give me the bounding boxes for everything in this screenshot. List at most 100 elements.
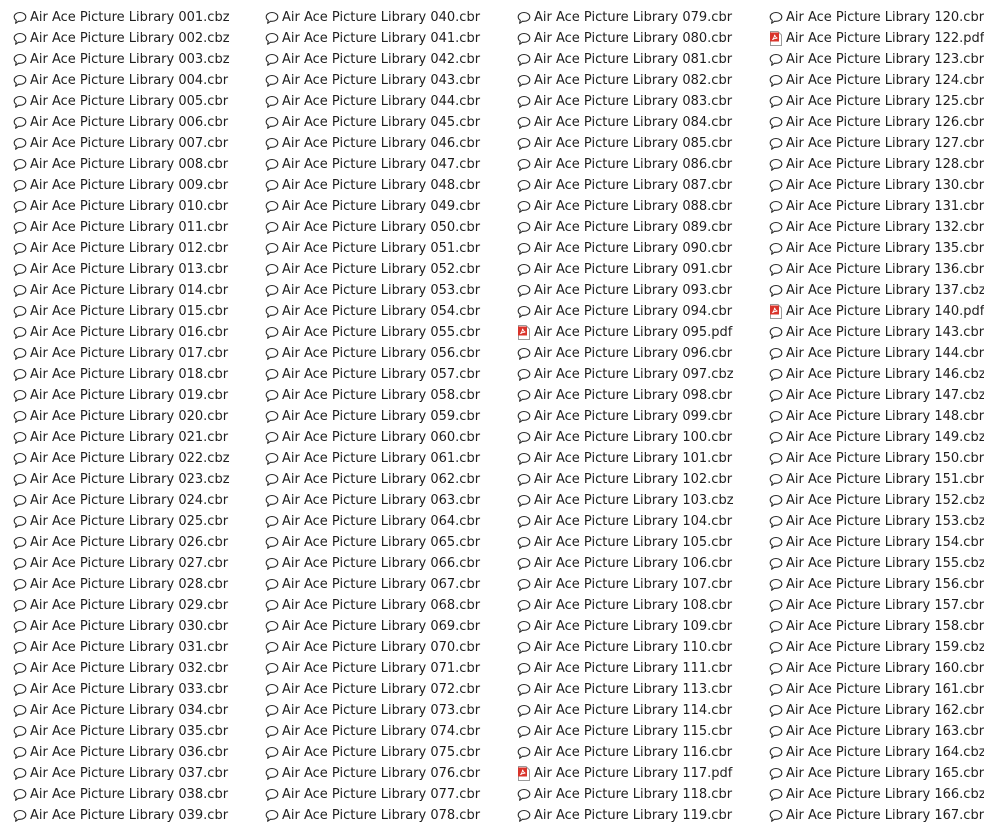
file-item[interactable]: Air Ace Picture Library 004.cbr: [12, 70, 264, 91]
file-item[interactable]: Air Ace Picture Library 017.cbr: [12, 343, 264, 364]
file-item[interactable]: Air Ace Picture Library 044.cbr: [264, 91, 516, 112]
file-item[interactable]: Air Ace Picture Library 089.cbr: [516, 217, 768, 238]
file-item[interactable]: Air Ace Picture Library 011.cbr: [12, 217, 264, 238]
file-item[interactable]: Air Ace Picture Library 047.cbr: [264, 154, 516, 175]
file-item[interactable]: Air Ace Picture Library 007.cbr: [12, 133, 264, 154]
file-item[interactable]: Air Ace Picture Library 036.cbr: [12, 742, 264, 763]
file-item[interactable]: Air Ace Picture Library 123.cbr: [768, 49, 984, 70]
file-item[interactable]: Air Ace Picture Library 122.pdf: [768, 28, 984, 49]
file-item[interactable]: Air Ace Picture Library 110.cbr: [516, 637, 768, 658]
file-item[interactable]: Air Ace Picture Library 052.cbr: [264, 259, 516, 280]
file-item[interactable]: Air Ace Picture Library 095.pdf: [516, 322, 768, 343]
file-item[interactable]: Air Ace Picture Library 166.cbz: [768, 784, 984, 805]
file-item[interactable]: Air Ace Picture Library 106.cbr: [516, 553, 768, 574]
file-item[interactable]: Air Ace Picture Library 096.cbr: [516, 343, 768, 364]
file-item[interactable]: Air Ace Picture Library 066.cbr: [264, 553, 516, 574]
file-item[interactable]: Air Ace Picture Library 071.cbr: [264, 658, 516, 679]
file-item[interactable]: Air Ace Picture Library 028.cbr: [12, 574, 264, 595]
file-item[interactable]: Air Ace Picture Library 102.cbr: [516, 469, 768, 490]
file-item[interactable]: Air Ace Picture Library 130.cbr: [768, 175, 984, 196]
file-item[interactable]: Air Ace Picture Library 001.cbz: [12, 7, 264, 28]
file-item[interactable]: Air Ace Picture Library 003.cbz: [12, 49, 264, 70]
file-item[interactable]: Air Ace Picture Library 013.cbr: [12, 259, 264, 280]
file-item[interactable]: Air Ace Picture Library 097.cbz: [516, 364, 768, 385]
file-item[interactable]: Air Ace Picture Library 005.cbr: [12, 91, 264, 112]
file-item[interactable]: Air Ace Picture Library 128.cbr: [768, 154, 984, 175]
file-item[interactable]: Air Ace Picture Library 136.cbr: [768, 259, 984, 280]
file-item[interactable]: Air Ace Picture Library 091.cbr: [516, 259, 768, 280]
file-item[interactable]: Air Ace Picture Library 100.cbr: [516, 427, 768, 448]
file-item[interactable]: Air Ace Picture Library 037.cbr: [12, 763, 264, 784]
file-item[interactable]: Air Ace Picture Library 012.cbr: [12, 238, 264, 259]
file-item[interactable]: Air Ace Picture Library 027.cbr: [12, 553, 264, 574]
file-item[interactable]: Air Ace Picture Library 103.cbz: [516, 490, 768, 511]
file-item[interactable]: Air Ace Picture Library 162.cbr: [768, 700, 984, 721]
file-item[interactable]: Air Ace Picture Library 158.cbr: [768, 616, 984, 637]
file-item[interactable]: Air Ace Picture Library 042.cbr: [264, 49, 516, 70]
file-item[interactable]: Air Ace Picture Library 124.cbr: [768, 70, 984, 91]
file-item[interactable]: Air Ace Picture Library 024.cbr: [12, 490, 264, 511]
file-item[interactable]: Air Ace Picture Library 046.cbr: [264, 133, 516, 154]
file-item[interactable]: Air Ace Picture Library 074.cbr: [264, 721, 516, 742]
file-item[interactable]: Air Ace Picture Library 041.cbr: [264, 28, 516, 49]
file-item[interactable]: Air Ace Picture Library 108.cbr: [516, 595, 768, 616]
file-item[interactable]: Air Ace Picture Library 087.cbr: [516, 175, 768, 196]
file-item[interactable]: Air Ace Picture Library 152.cbz: [768, 490, 984, 511]
file-item[interactable]: Air Ace Picture Library 094.cbr: [516, 301, 768, 322]
file-item[interactable]: Air Ace Picture Library 115.cbr: [516, 721, 768, 742]
file-item[interactable]: Air Ace Picture Library 140.pdf: [768, 301, 984, 322]
file-item[interactable]: Air Ace Picture Library 109.cbr: [516, 616, 768, 637]
file-item[interactable]: Air Ace Picture Library 086.cbr: [516, 154, 768, 175]
file-item[interactable]: Air Ace Picture Library 077.cbr: [264, 784, 516, 805]
file-item[interactable]: Air Ace Picture Library 093.cbr: [516, 280, 768, 301]
file-item[interactable]: Air Ace Picture Library 085.cbr: [516, 133, 768, 154]
file-item[interactable]: Air Ace Picture Library 126.cbr: [768, 112, 984, 133]
file-item[interactable]: Air Ace Picture Library 029.cbr: [12, 595, 264, 616]
file-item[interactable]: Air Ace Picture Library 064.cbr: [264, 511, 516, 532]
file-item[interactable]: Air Ace Picture Library 149.cbz: [768, 427, 984, 448]
file-item[interactable]: Air Ace Picture Library 025.cbr: [12, 511, 264, 532]
file-item[interactable]: Air Ace Picture Library 019.cbr: [12, 385, 264, 406]
file-item[interactable]: Air Ace Picture Library 111.cbr: [516, 658, 768, 679]
file-item[interactable]: Air Ace Picture Library 006.cbr: [12, 112, 264, 133]
file-item[interactable]: Air Ace Picture Library 118.cbr: [516, 784, 768, 805]
file-item[interactable]: Air Ace Picture Library 132.cbr: [768, 217, 984, 238]
file-item[interactable]: Air Ace Picture Library 021.cbr: [12, 427, 264, 448]
file-item[interactable]: Air Ace Picture Library 010.cbr: [12, 196, 264, 217]
file-item[interactable]: Air Ace Picture Library 146.cbz: [768, 364, 984, 385]
file-item[interactable]: Air Ace Picture Library 048.cbr: [264, 175, 516, 196]
file-item[interactable]: Air Ace Picture Library 068.cbr: [264, 595, 516, 616]
file-item[interactable]: Air Ace Picture Library 120.cbr: [768, 7, 984, 28]
file-item[interactable]: Air Ace Picture Library 059.cbr: [264, 406, 516, 427]
file-item[interactable]: Air Ace Picture Library 067.cbr: [264, 574, 516, 595]
file-item[interactable]: Air Ace Picture Library 060.cbr: [264, 427, 516, 448]
file-item[interactable]: Air Ace Picture Library 073.cbr: [264, 700, 516, 721]
file-item[interactable]: Air Ace Picture Library 043.cbr: [264, 70, 516, 91]
file-item[interactable]: Air Ace Picture Library 035.cbr: [12, 721, 264, 742]
file-item[interactable]: Air Ace Picture Library 151.cbr: [768, 469, 984, 490]
file-item[interactable]: Air Ace Picture Library 137.cbz: [768, 280, 984, 301]
file-item[interactable]: Air Ace Picture Library 114.cbr: [516, 700, 768, 721]
file-item[interactable]: Air Ace Picture Library 002.cbz: [12, 28, 264, 49]
file-item[interactable]: Air Ace Picture Library 104.cbr: [516, 511, 768, 532]
file-item[interactable]: Air Ace Picture Library 015.cbr: [12, 301, 264, 322]
file-item[interactable]: Air Ace Picture Library 155.cbz: [768, 553, 984, 574]
file-item[interactable]: Air Ace Picture Library 131.cbr: [768, 196, 984, 217]
file-item[interactable]: Air Ace Picture Library 057.cbr: [264, 364, 516, 385]
file-item[interactable]: Air Ace Picture Library 050.cbr: [264, 217, 516, 238]
file-item[interactable]: Air Ace Picture Library 147.cbz: [768, 385, 984, 406]
file-item[interactable]: Air Ace Picture Library 090.cbr: [516, 238, 768, 259]
file-item[interactable]: Air Ace Picture Library 159.cbz: [768, 637, 984, 658]
file-item[interactable]: Air Ace Picture Library 144.cbr: [768, 343, 984, 364]
file-item[interactable]: Air Ace Picture Library 033.cbr: [12, 679, 264, 700]
file-item[interactable]: Air Ace Picture Library 143.cbr: [768, 322, 984, 343]
file-item[interactable]: Air Ace Picture Library 160.cbr: [768, 658, 984, 679]
file-item[interactable]: Air Ace Picture Library 034.cbr: [12, 700, 264, 721]
file-item[interactable]: Air Ace Picture Library 049.cbr: [264, 196, 516, 217]
file-item[interactable]: Air Ace Picture Library 080.cbr: [516, 28, 768, 49]
file-item[interactable]: Air Ace Picture Library 161.cbr: [768, 679, 984, 700]
file-item[interactable]: Air Ace Picture Library 065.cbr: [264, 532, 516, 553]
file-item[interactable]: Air Ace Picture Library 014.cbr: [12, 280, 264, 301]
file-item[interactable]: Air Ace Picture Library 020.cbr: [12, 406, 264, 427]
file-item[interactable]: Air Ace Picture Library 032.cbr: [12, 658, 264, 679]
